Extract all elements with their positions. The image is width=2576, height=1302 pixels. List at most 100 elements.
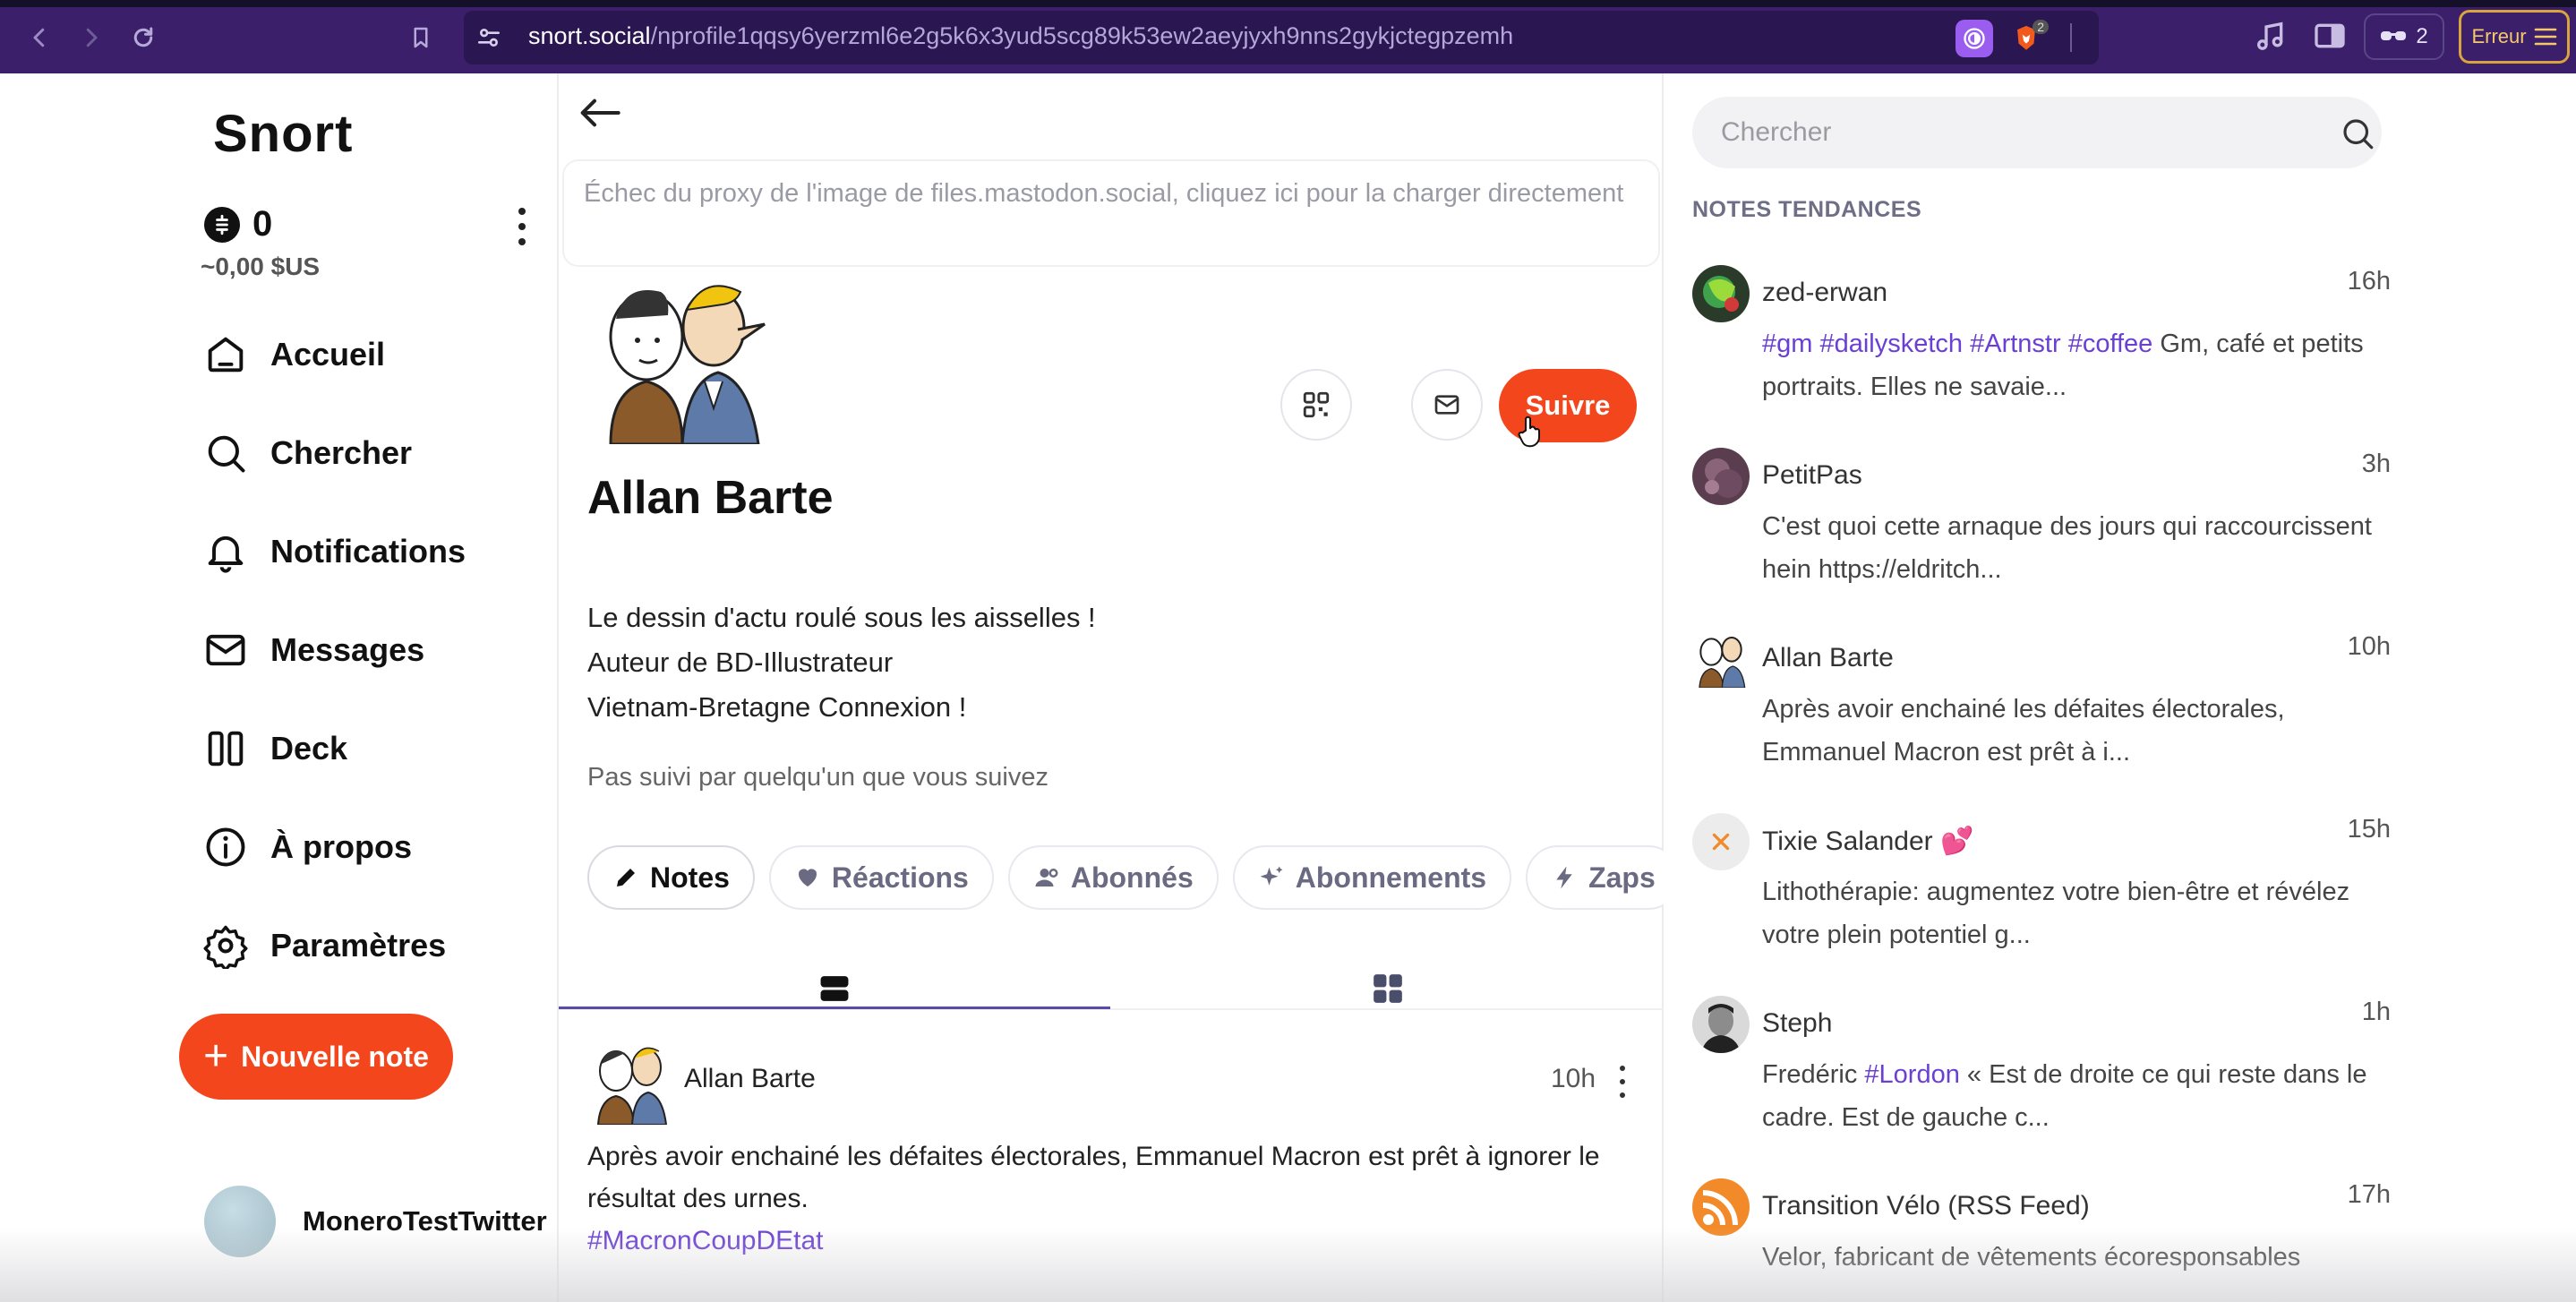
browser-error-button[interactable]: Erreur <box>2459 10 2570 64</box>
trend-author[interactable]: zed-erwan <box>1762 278 1887 308</box>
trending-note[interactable]: zed-erwan 16h #gm #dailysketch #Artnstr … <box>1692 265 2391 426</box>
nav-settings[interactable]: Paramètres <box>202 919 446 972</box>
trend-text: Velor, fabricant de vêtements écorespons… <box>1762 1243 2301 1272</box>
search-icon[interactable] <box>2339 115 2376 152</box>
trending-note[interactable]: Steph 1h Fredéric #Lordon « Est de droit… <box>1692 996 2391 1157</box>
trend-author[interactable]: Allan Barte <box>1762 643 1894 673</box>
nav-home-label: Accueil <box>270 336 386 373</box>
url-host: snort.social <box>528 22 651 49</box>
nav-about[interactable]: À propos <box>202 820 412 874</box>
nav-home[interactable]: Accueil <box>202 328 385 381</box>
post-hashtag[interactable]: #MacronCoupDEtat <box>587 1226 823 1255</box>
site-settings-icon[interactable] <box>475 23 503 52</box>
trend-hashtags[interactable]: #Lordon <box>1864 1060 1959 1089</box>
back-button[interactable] <box>20 18 59 57</box>
bell-icon <box>208 535 244 573</box>
nav-messages[interactable]: Messages <box>202 623 424 677</box>
tab-reactions[interactable]: Réactions <box>768 845 994 910</box>
bookmark-button[interactable] <box>401 18 441 57</box>
fiat-balance: ~0,00 $US <box>201 253 321 280</box>
trend-author[interactable]: Tixie Salander 💕 <box>1762 826 1973 857</box>
trending-note[interactable]: PetitPas 3h C'est quoi cette arnaque des… <box>1692 448 2391 609</box>
qr-code-button[interactable] <box>1280 369 1352 441</box>
mail-icon <box>206 634 245 666</box>
profile-name: Allan Barte <box>587 472 834 524</box>
list-view-button[interactable] <box>559 969 1110 1008</box>
wallet-balance[interactable]: 0 <box>204 204 272 244</box>
reload-icon <box>133 27 153 47</box>
right-column: NOTES TENDANCES zed-erwan 16h #gm #daily… <box>1665 73 2576 1302</box>
gear-icon <box>203 925 248 969</box>
brave-badge: 2 <box>2033 20 2049 34</box>
tab-following-label: Abonnements <box>1295 861 1487 894</box>
post-body: Après avoir enchainé les défaites électo… <box>587 1135 1644 1262</box>
trend-text: Fredéric #Lordon « Est de droite ce qui … <box>1762 1053 2389 1139</box>
tab-following[interactable]: Abonnements <box>1232 845 1512 910</box>
trend-hashtags[interactable]: #gm #dailysketch #Artnstr #coffee <box>1762 330 2152 358</box>
trend-time: 1h <box>2361 998 2391 1026</box>
search-box[interactable] <box>1692 97 2382 168</box>
trending-note[interactable]: Tixie Salander 💕 15h Lithothérapie: augm… <box>1692 813 2391 974</box>
hand-cursor-icon <box>1518 415 1540 448</box>
chevron-left-icon <box>33 28 45 47</box>
app-logo[interactable]: Snort <box>213 104 353 164</box>
info-icon <box>206 827 245 867</box>
avatar[interactable] <box>1692 996 1750 1053</box>
image-proxy-error[interactable]: Échec du proxy de l'image de files.masto… <box>562 159 1660 267</box>
sidebar-toggle-icon[interactable] <box>2312 18 2348 54</box>
browser-toolbar: snort.social/nprofile1qqsy6yerzml6e2g5k6… <box>0 0 2576 73</box>
post-author[interactable]: Allan Barte <box>684 1064 816 1094</box>
trend-body-prefix: Fredéric <box>1762 1060 1865 1089</box>
back-arrow-icon[interactable] <box>577 95 621 131</box>
nav-about-label: À propos <box>270 828 412 865</box>
trend-text: #gm #dailysketch #Artnstr #coffee Gm, ca… <box>1762 322 2389 408</box>
tab-followers[interactable]: Abonnés <box>1007 845 1219 910</box>
trending-note[interactable]: Allan Barte 10h Après avoir enchainé les… <box>1692 630 2391 792</box>
search-icon <box>208 435 245 473</box>
music-icon[interactable] <box>2253 18 2289 54</box>
mutual-followers-note: Pas suivi par quelqu'un que vous suivez <box>587 763 1048 792</box>
tab-notes-label: Notes <box>650 861 730 894</box>
nav-search[interactable]: Chercher <box>202 426 412 480</box>
post-author-avatar[interactable] <box>587 1039 673 1125</box>
tor-extension-icon[interactable] <box>1956 20 1993 57</box>
avatar[interactable] <box>1692 448 1750 505</box>
wallet-menu-button[interactable] <box>509 204 535 249</box>
trend-author[interactable]: Steph <box>1762 1008 1832 1039</box>
nav-search-label: Chercher <box>270 434 413 471</box>
wallet-extension[interactable]: 2 <box>2364 13 2444 60</box>
search-input[interactable] <box>1721 113 2294 152</box>
avatar[interactable] <box>1692 630 1750 688</box>
columns-icon <box>208 731 244 767</box>
forward-button[interactable] <box>72 18 111 57</box>
brave-shields-icon[interactable]: 2 <box>2007 20 2049 57</box>
profile-tabs: Notes Réactions Abonnés Abonnements Zaps <box>587 845 1664 910</box>
avatar[interactable] <box>1692 813 1750 870</box>
nav-deck[interactable]: Deck <box>202 722 347 775</box>
avatar[interactable] <box>1692 265 1750 322</box>
avatar[interactable] <box>1692 1178 1750 1236</box>
profile-column: Échec du proxy de l'image de files.masto… <box>559 73 1664 1302</box>
nav-deck-label: Deck <box>270 730 348 767</box>
trend-author[interactable]: PetitPas <box>1762 460 1862 491</box>
reload-button[interactable] <box>124 18 163 57</box>
url-text[interactable]: snort.social/nprofile1qqsy6yerzml6e2g5k6… <box>528 22 1513 50</box>
profile-avatar[interactable] <box>584 265 772 444</box>
account-switcher[interactable]: MoneroTestTwitter <box>204 1186 547 1257</box>
trend-time: 3h <box>2361 450 2391 478</box>
trend-time: 16h <box>2347 267 2391 296</box>
pencil-icon <box>617 869 635 887</box>
tab-notes[interactable]: Notes <box>587 845 755 910</box>
trend-author[interactable]: Transition Vélo (RSS Feed) <box>1762 1191 2090 1221</box>
trend-time: 10h <box>2347 632 2391 661</box>
tab-zaps[interactable]: Zaps <box>1526 845 1664 910</box>
post-menu-button[interactable] <box>1613 1066 1631 1098</box>
trending-note[interactable]: Transition Vélo (RSS Feed) 17h Velor, fa… <box>1692 1178 2391 1302</box>
account-name: MoneroTestTwitter <box>303 1205 547 1237</box>
message-button[interactable] <box>1411 369 1483 441</box>
grid-view-button[interactable] <box>1112 969 1664 1008</box>
trend-text: C'est quoi cette arnaque des jours qui r… <box>1762 512 2372 584</box>
nav-notifications[interactable]: Notifications <box>202 525 466 578</box>
new-note-button[interactable]: + Nouvelle note <box>179 1014 453 1100</box>
address-bar[interactable]: snort.social/nprofile1qqsy6yerzml6e2g5k6… <box>464 11 2099 64</box>
